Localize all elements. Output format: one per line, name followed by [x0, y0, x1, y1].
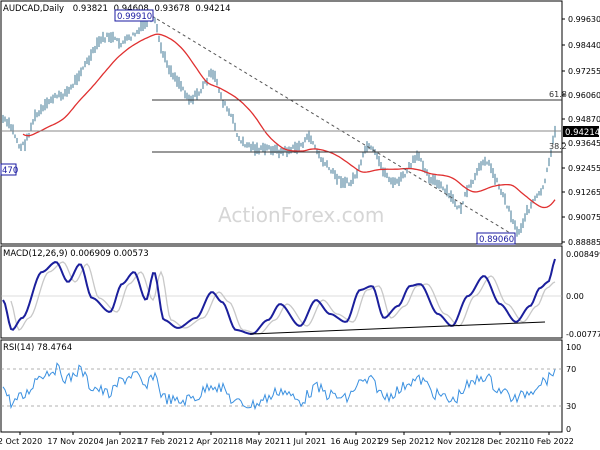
time-tick-label: 17 Nov 2020	[47, 437, 98, 446]
fib-382-label: 38.2	[549, 142, 567, 151]
fib-618-label: 61.8	[549, 90, 567, 99]
macd-panel-frame	[0, 245, 563, 339]
time-tick-label: 16 Aug 2021	[330, 437, 381, 446]
symbol-label: AUDCAD,Daily	[3, 4, 64, 14]
watermark: ActionForex.com	[218, 203, 384, 227]
macd-tick-top: 0.008499	[566, 250, 600, 259]
time-axis: 2 Oct 2020 17 Nov 2020 4 Jan 202117 Feb 20…	[0, 432, 574, 446]
forex-chart: ActionForex.com 0.99630 0.98440 0.97255 0.9…	[0, 0, 600, 446]
price-tick-label: 0.97255	[568, 67, 600, 76]
time-tick-label: 28 Dec 2021	[474, 437, 525, 446]
time-tick-label: 12 Nov 2021	[424, 437, 475, 446]
rsi-panel-frame	[0, 339, 563, 433]
low-label: 0.89060	[479, 235, 514, 245]
price-tick-label: 0.99630	[568, 15, 600, 24]
price-tick-label: 0.96060	[568, 91, 600, 100]
price-tick-label: 0.93645	[568, 139, 600, 148]
high-label: 0.99910	[117, 12, 152, 22]
rsi-tick-30: 30	[566, 402, 576, 411]
time-tick-label: 4 Jan 2021	[99, 437, 142, 446]
ohlc-open: 0.93821	[73, 4, 108, 14]
left-cut-label: 470	[2, 166, 18, 176]
time-tick-label: 1 Jul 2021	[286, 437, 326, 446]
current-price-label: 0.94214	[565, 128, 600, 138]
rsi-tick-70: 70	[566, 365, 576, 374]
time-tick-label: 17 Feb 2021	[138, 437, 188, 446]
time-tick-label: 29 Sep 2021	[379, 437, 430, 446]
time-tick-label: 10 Feb 2022	[524, 437, 574, 446]
ohlc-close: 0.94214	[195, 4, 230, 14]
rsi-title: RSI(14) 78.4764	[3, 343, 72, 353]
price-tick-label: 0.92455	[568, 164, 600, 173]
price-tick-label: 0.90075	[568, 213, 600, 222]
ohlc-low: 0.93678	[155, 4, 190, 14]
time-tick-label: 2 Oct 2020	[0, 437, 42, 446]
price-tick-label: 0.98440	[568, 41, 600, 50]
rsi-tick-100: 100	[566, 343, 581, 352]
price-tick-label: 0.94870	[568, 115, 600, 124]
time-tick-label: 18 May 2021	[233, 437, 285, 446]
rsi-tick-0: 0	[566, 425, 571, 434]
macd-tick-zero: 0.00	[566, 292, 584, 301]
price-tick-label: 0.91265	[568, 188, 600, 197]
time-tick-label: 2 Apr 2021	[189, 437, 233, 446]
macd-tick-bottom: -0.007778	[566, 330, 600, 339]
price-tick-label: 0.88885	[568, 238, 600, 247]
macd-title: MACD(12,26,9) 0.006909 0.00573	[3, 249, 149, 259]
